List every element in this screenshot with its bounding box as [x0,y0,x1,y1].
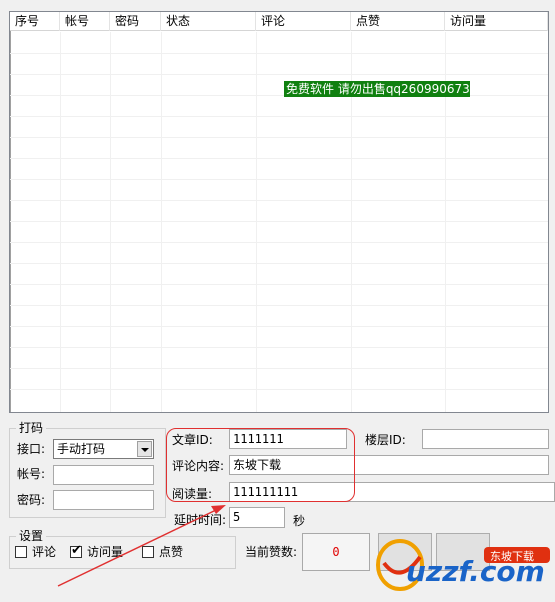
column-header-comment[interactable]: 评论 [256,12,351,31]
captcha-password-label: 密码: [17,493,46,507]
column-header-status[interactable]: 状态 [161,12,256,31]
delay-unit-label: 秒 [293,514,306,528]
uzzf-logo-icon: uzzf.com 东坡下载 [376,539,550,591]
captcha-account-input[interactable] [53,465,154,485]
list-header: 序号 帐号 密码 状态 评论 点赞 访问量 [10,12,548,31]
column-header-visits[interactable]: 访问量 [445,12,548,31]
current-likes-label: 当前赞数: [245,545,298,559]
comment-checkbox-label: 评论 [32,545,57,559]
floor-id-label: 楼层ID: [365,433,406,447]
captcha-password-input[interactable] [53,490,154,510]
likes-checkbox[interactable]: 点赞 [142,544,187,560]
current-likes-value: 0 [332,545,340,559]
comment-checkbox[interactable]: 评论 [15,544,60,560]
interface-select[interactable]: 手动打码 [53,439,154,459]
uzzf-logo: uzzf.com 东坡下载 [370,533,555,598]
delay-label: 延时时间: [174,513,227,527]
checkbox-box[interactable] [15,546,27,558]
delay-input[interactable]: 5 [229,507,285,528]
settings-group-title: 设置 [16,529,47,543]
interface-select-value: 手动打码 [57,442,106,456]
chevron-down-icon [141,448,149,452]
accounts-list[interactable]: 序号 帐号 密码 状态 评论 点赞 访问量 [9,11,549,413]
svg-text:东坡下载: 东坡下载 [490,550,534,563]
watermark-label: 免费软件 请勿出售qq2609906734 [284,81,470,97]
floor-id-input[interactable] [422,429,549,449]
checkbox-box[interactable] [142,546,154,558]
dropdown-button[interactable] [137,441,152,457]
captcha-group-title: 打码 [16,421,47,435]
column-header-account[interactable]: 帐号 [60,12,110,31]
visits-checkbox[interactable]: ✔ 访问量 [70,543,130,560]
checkmark-icon: ✔ [71,543,82,558]
captcha-account-label: 帐号: [17,467,46,481]
column-header-index[interactable]: 序号 [10,12,60,31]
annotation-highlight [166,428,355,502]
column-header-password[interactable]: 密码 [110,12,161,31]
visits-checkbox-label: 访问量 [87,545,124,559]
interface-label: 接口: [17,442,46,456]
checkbox-box[interactable]: ✔ [70,543,82,558]
column-header-likes[interactable]: 点赞 [351,12,445,31]
current-likes-display: 0 [302,533,370,571]
likes-checkbox-label: 点赞 [159,545,184,559]
